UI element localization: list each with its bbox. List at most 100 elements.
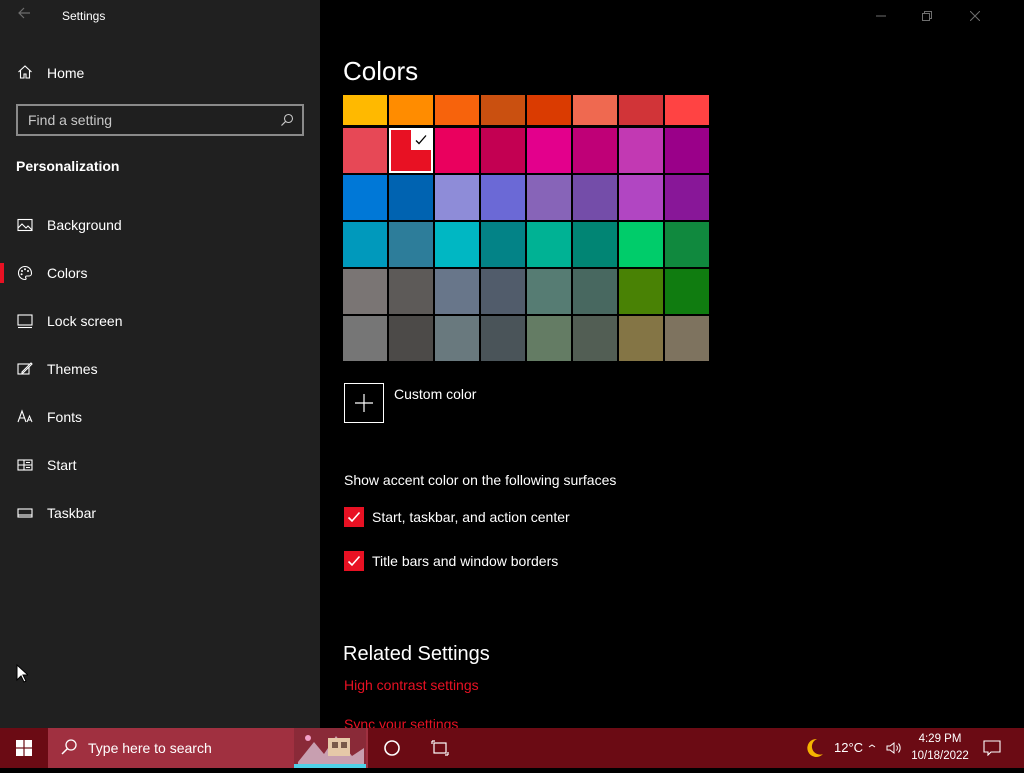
accent-color-swatch[interactable] [343,128,387,173]
sidebar-item-taskbar[interactable]: Taskbar [0,493,320,533]
accent-color-swatch[interactable] [573,95,617,125]
sidebar-item-label: Fonts [47,409,83,425]
volume-button[interactable] [882,728,906,768]
home-nav-item[interactable]: Home [0,58,320,88]
accent-color-swatch[interactable] [619,175,663,220]
custom-color-button[interactable] [344,383,384,423]
accent-color-swatch[interactable] [481,269,525,314]
accent-color-swatch[interactable] [481,316,525,361]
clock[interactable]: 4:29 PM 10/18/2022 [906,731,974,765]
palette-icon [17,265,33,286]
accent-color-swatch[interactable] [481,175,525,220]
accent-color-row [343,269,711,314]
close-button[interactable] [952,0,998,32]
accent-color-swatch[interactable] [619,128,663,173]
accent-color-swatch[interactable] [527,95,571,125]
accent-color-swatch[interactable] [435,128,479,173]
mouse-cursor-icon [16,663,30,689]
fonts-icon [17,409,33,430]
accent-color-swatch[interactable] [435,175,479,220]
sidebar-item-start[interactable]: Start [0,445,320,485]
accent-color-swatch[interactable] [665,175,709,220]
accent-color-swatch[interactable] [527,128,571,173]
accent-color-swatch[interactable] [389,222,433,267]
accent-color-swatch[interactable] [343,316,387,361]
accent-color-swatch[interactable] [527,269,571,314]
accent-color-swatch[interactable] [389,95,433,125]
accent-color-row [343,222,711,267]
selection-indicator [0,263,4,283]
accent-color-swatch[interactable] [343,95,387,125]
sidebar-item-label: Start [47,457,77,473]
minimize-button[interactable] [858,0,904,32]
accent-color-swatch[interactable] [481,222,525,267]
restore-button[interactable] [904,0,950,32]
high-contrast-link[interactable]: High contrast settings [344,677,479,693]
accent-color-row [343,95,711,125]
custom-color-label[interactable]: Custom color [394,386,476,402]
accent-color-swatch[interactable] [573,175,617,220]
checkbox[interactable] [344,507,364,527]
temperature[interactable]: 12°C [834,740,863,755]
accent-color-swatch[interactable] [435,269,479,314]
accent-color-swatch[interactable] [481,95,525,125]
speaker-icon [886,742,901,754]
accent-color-swatch[interactable] [665,222,709,267]
start-icon [17,457,33,478]
find-setting-search [16,104,304,136]
accent-color-swatch[interactable] [343,269,387,314]
accent-color-swatch[interactable] [389,175,433,220]
accent-color-swatch[interactable] [343,222,387,267]
accent-color-swatch[interactable] [665,128,709,173]
sidebar-item-label: Taskbar [47,505,97,521]
taskbar-search-box[interactable]: Type here to search [48,728,368,768]
sync-settings-link[interactable]: Sync your settings [344,716,458,728]
accent-color-swatch[interactable] [435,95,479,125]
checkbox[interactable] [344,551,364,571]
accent-color-swatch[interactable] [435,222,479,267]
accent-color-swatch[interactable] [665,95,709,125]
accent-color-swatch[interactable] [665,269,709,314]
weather-button[interactable] [792,728,836,768]
accent-color-swatch[interactable] [573,269,617,314]
accent-color-swatch[interactable] [573,316,617,361]
clock-date: 10/18/2022 [911,750,969,762]
find-setting-input[interactable] [18,106,278,134]
sidebar-item-lock-screen[interactable]: Lock screen [0,301,320,341]
sidebar-item-label: Colors [47,265,88,281]
accent-color-swatch[interactable] [435,316,479,361]
notification-icon [983,740,1001,756]
accent-color-swatch[interactable] [619,269,663,314]
plus-icon [355,394,373,412]
home-label: Home [47,65,85,81]
accent-color-swatch[interactable] [389,316,433,361]
accent-color-swatch[interactable] [619,95,663,125]
back-button[interactable] [14,6,34,26]
cortana-button[interactable] [370,728,414,768]
sidebar-item-themes[interactable]: Themes [0,349,320,389]
accent-color-swatch[interactable] [573,222,617,267]
clock-time: 4:29 PM [918,733,962,745]
show-hidden-icons-button[interactable] [862,728,882,768]
accent-color-swatch[interactable] [389,269,433,314]
search-icon[interactable] [280,113,294,132]
accent-color-swatch[interactable] [527,175,571,220]
accent-color-swatch[interactable] [619,222,663,267]
sidebar-item-fonts[interactable]: Fonts [0,397,320,437]
accent-color-swatch[interactable] [481,128,525,173]
task-view-button[interactable] [418,728,462,768]
accent-color-swatch[interactable] [619,316,663,361]
back-arrow-icon [18,7,30,19]
accent-color-swatch[interactable] [527,222,571,267]
sidebar-item-colors[interactable]: Colors [0,253,320,293]
sidebar-item-label: Background [47,217,122,233]
accent-color-swatch-selected[interactable] [389,128,433,173]
taskbar-search-placeholder: Type here to search [88,740,212,756]
start-button[interactable] [0,728,48,768]
action-center-button[interactable] [970,728,1014,768]
sidebar-item-background[interactable]: Background [0,205,320,245]
accent-color-swatch[interactable] [573,128,617,173]
accent-color-swatch[interactable] [343,175,387,220]
accent-color-swatch[interactable] [665,316,709,361]
accent-color-swatch[interactable] [527,316,571,361]
